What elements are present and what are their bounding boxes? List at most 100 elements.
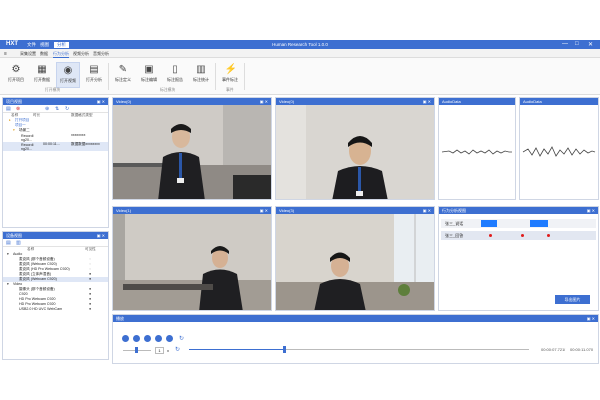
open-data-button[interactable]: ▦ 打开数据 <box>30 62 54 88</box>
add-icon[interactable]: ⊕ <box>45 106 49 112</box>
submenu-bar: ≡ 采集设置 数据 行为分析 视频分析 音频分析 <box>0 49 600 58</box>
panel-controls[interactable]: ▣ ✕ <box>587 315 595 322</box>
panel-controls[interactable]: ▣ ✕ <box>260 207 268 214</box>
video-tile-header: Video(0) ▣ ✕ <box>113 98 271 105</box>
player-panel: 播放 ▣ ✕ ↻ 1 x ↻ 00:00:07.721 / 00:00:11.0… <box>112 314 599 364</box>
export-image-button[interactable]: 导出图片 <box>555 295 590 304</box>
event-marker[interactable] <box>521 234 524 237</box>
list-item[interactable]: USB2.0 HD UVC WebCam ● <box>3 307 108 312</box>
player-title: 播放 <box>116 316 124 321</box>
annotation-edit-button[interactable]: ▣ 标注编辑 <box>137 62 161 88</box>
event-marker[interactable] <box>547 234 550 237</box>
behavior-row[interactable]: 张三_说话 <box>441 219 596 228</box>
annotation-define-label: 标注定义 <box>115 77 131 82</box>
video-tile[interactable]: Video(0) ▣ ✕ <box>112 97 272 200</box>
gear-icon: ⚙ <box>11 64 21 75</box>
submenu-item-capture[interactable]: 采集设置 <box>20 51 36 57</box>
table-row[interactable]: Recordi ng20... xxxxxxxx <box>3 133 108 142</box>
panel-controls[interactable]: ▣ ✕ <box>97 98 105 105</box>
behavior-row-label: 张三_回答 <box>445 233 464 238</box>
open-analysis-label: 打开分析 <box>86 77 102 82</box>
close-button[interactable]: ✕ <box>588 41 593 48</box>
pen-icon: ✎ <box>118 64 128 75</box>
volume-handle[interactable] <box>135 347 138 353</box>
panel-controls[interactable]: ▣ ✕ <box>423 207 431 214</box>
folder-icon[interactable]: ▤ <box>6 240 11 246</box>
row-name: Recordi ng20... <box>21 143 34 151</box>
speed-unit: x <box>167 348 169 353</box>
delete-icon[interactable]: ⊗ <box>16 106 20 112</box>
video-frame <box>113 214 271 310</box>
event-annotation-label: 事件标注 <box>222 77 238 82</box>
video-tile-header: Video(3) ▣ ✕ <box>276 207 434 214</box>
stop-button[interactable] <box>122 335 129 342</box>
annotation-stats-button[interactable]: ▥ 标注统计 <box>189 62 213 88</box>
timeline-progress <box>189 349 285 350</box>
project-panel-title: 项目视图 <box>6 99 22 104</box>
video-title: Video(0) <box>116 99 132 104</box>
video-frame <box>113 105 271 199</box>
project-panel: 项目视图 ▣ ✕ ▤ ⊗ ⊕ ⇅ ↻ 名称 时长 数据格式类型 ▸ 打开项目 项… <box>2 97 109 228</box>
open-project-button[interactable]: ⚙ 打开项目 <box>4 62 28 88</box>
audio-title: AudioData <box>442 99 461 104</box>
submenu-item-video[interactable]: 视频分析 <box>73 51 89 57</box>
panel-controls[interactable]: ▣ ✕ <box>260 98 268 105</box>
row-type: 数据数据xxxxxxxx <box>71 142 100 146</box>
title-bar: HXT 文件 视图 分析 Human Research Tool 1.0.0 —… <box>0 40 600 49</box>
event-marker[interactable] <box>489 234 492 237</box>
chart-icon: ▤ <box>89 64 99 75</box>
submenu-item-behavior[interactable]: 行为分析 <box>53 51 69 58</box>
event-annotation-button[interactable]: ⚡ 事件标注 <box>218 62 242 88</box>
loop-icon[interactable]: ↻ <box>179 335 184 342</box>
timeline-handle[interactable] <box>283 346 287 353</box>
sort-icon[interactable]: ⇅ <box>55 106 59 112</box>
minimize-button[interactable]: — <box>562 41 568 47</box>
open-data-label: 打开数据 <box>34 77 50 82</box>
panel-controls[interactable]: ▣ ✕ <box>423 98 431 105</box>
video-frame <box>276 214 434 310</box>
annotation-report-button[interactable]: ▯ 标注报告 <box>163 62 187 88</box>
audio-tile[interactable]: AudioData <box>519 97 599 200</box>
timeline-track[interactable] <box>189 346 529 353</box>
folder-icon[interactable]: ▤ <box>6 106 11 112</box>
video-title: Video(3) <box>279 208 295 213</box>
refresh-icon[interactable]: ↻ <box>175 346 180 353</box>
device-name: USB2.0 HD UVC WebCam <box>19 307 63 311</box>
video-tile[interactable]: Video(1) ▣ ✕ <box>112 206 272 311</box>
submenu-item-data[interactable]: 数据 <box>40 51 48 57</box>
behavior-row[interactable]: 张三_回答 <box>441 231 596 240</box>
group-label-open: 打开模块 <box>45 88 61 92</box>
speed-field[interactable]: 1 <box>155 347 164 354</box>
video-tile[interactable]: Video(3) ▣ ✕ <box>275 206 435 311</box>
video-tile[interactable]: Video(0) ▣ ✕ <box>275 97 435 200</box>
video-title: Video(1) <box>116 208 132 213</box>
pause-button[interactable] <box>155 335 162 342</box>
data-icon: ▦ <box>37 64 47 75</box>
open-analysis-button[interactable]: ▤ 打开分析 <box>82 62 106 88</box>
eye-icon[interactable]: ● <box>89 307 91 312</box>
audio-tile[interactable]: AudioData <box>438 97 516 200</box>
row-type: xxxxxxxx <box>71 133 86 137</box>
panel-controls[interactable]: ▣ ✕ <box>97 232 105 239</box>
device-panel-title: 设备视图 <box>6 233 22 238</box>
annotation-edit-label: 标注编辑 <box>141 77 157 82</box>
annotation-define-button[interactable]: ✎ 标注定义 <box>111 62 135 88</box>
previous-button[interactable] <box>133 335 140 342</box>
table-icon: ▥ <box>196 64 206 75</box>
next-button[interactable] <box>166 335 173 342</box>
behavior-row-label: 张三_说话 <box>445 221 464 226</box>
open-project-label: 打开项目 <box>8 77 24 82</box>
submenu-item-audio[interactable]: 音频分析 <box>93 51 109 57</box>
list-icon[interactable]: ▥ <box>16 240 21 246</box>
open-video-button[interactable]: ◉ 打开视频 <box>56 62 80 88</box>
event-marker[interactable] <box>530 220 548 227</box>
project-table: 名称 时长 数据格式类型 ▸ 打开项目 项目一 ▾ 场景二 Recordi ng… <box>3 113 108 151</box>
hamburger-icon[interactable]: ≡ <box>4 51 7 57</box>
refresh-icon[interactable]: ↻ <box>65 106 69 112</box>
maximize-button[interactable]: □ <box>575 41 579 47</box>
device-toolbar: ▤ ▥ <box>3 239 108 247</box>
play-button[interactable] <box>144 335 151 342</box>
event-marker[interactable] <box>481 220 497 227</box>
panel-controls[interactable]: ▣ ✕ <box>587 207 595 214</box>
table-row[interactable]: Recordi ng20... 00:00:11... 数据数据xxxxxxxx <box>3 142 108 151</box>
